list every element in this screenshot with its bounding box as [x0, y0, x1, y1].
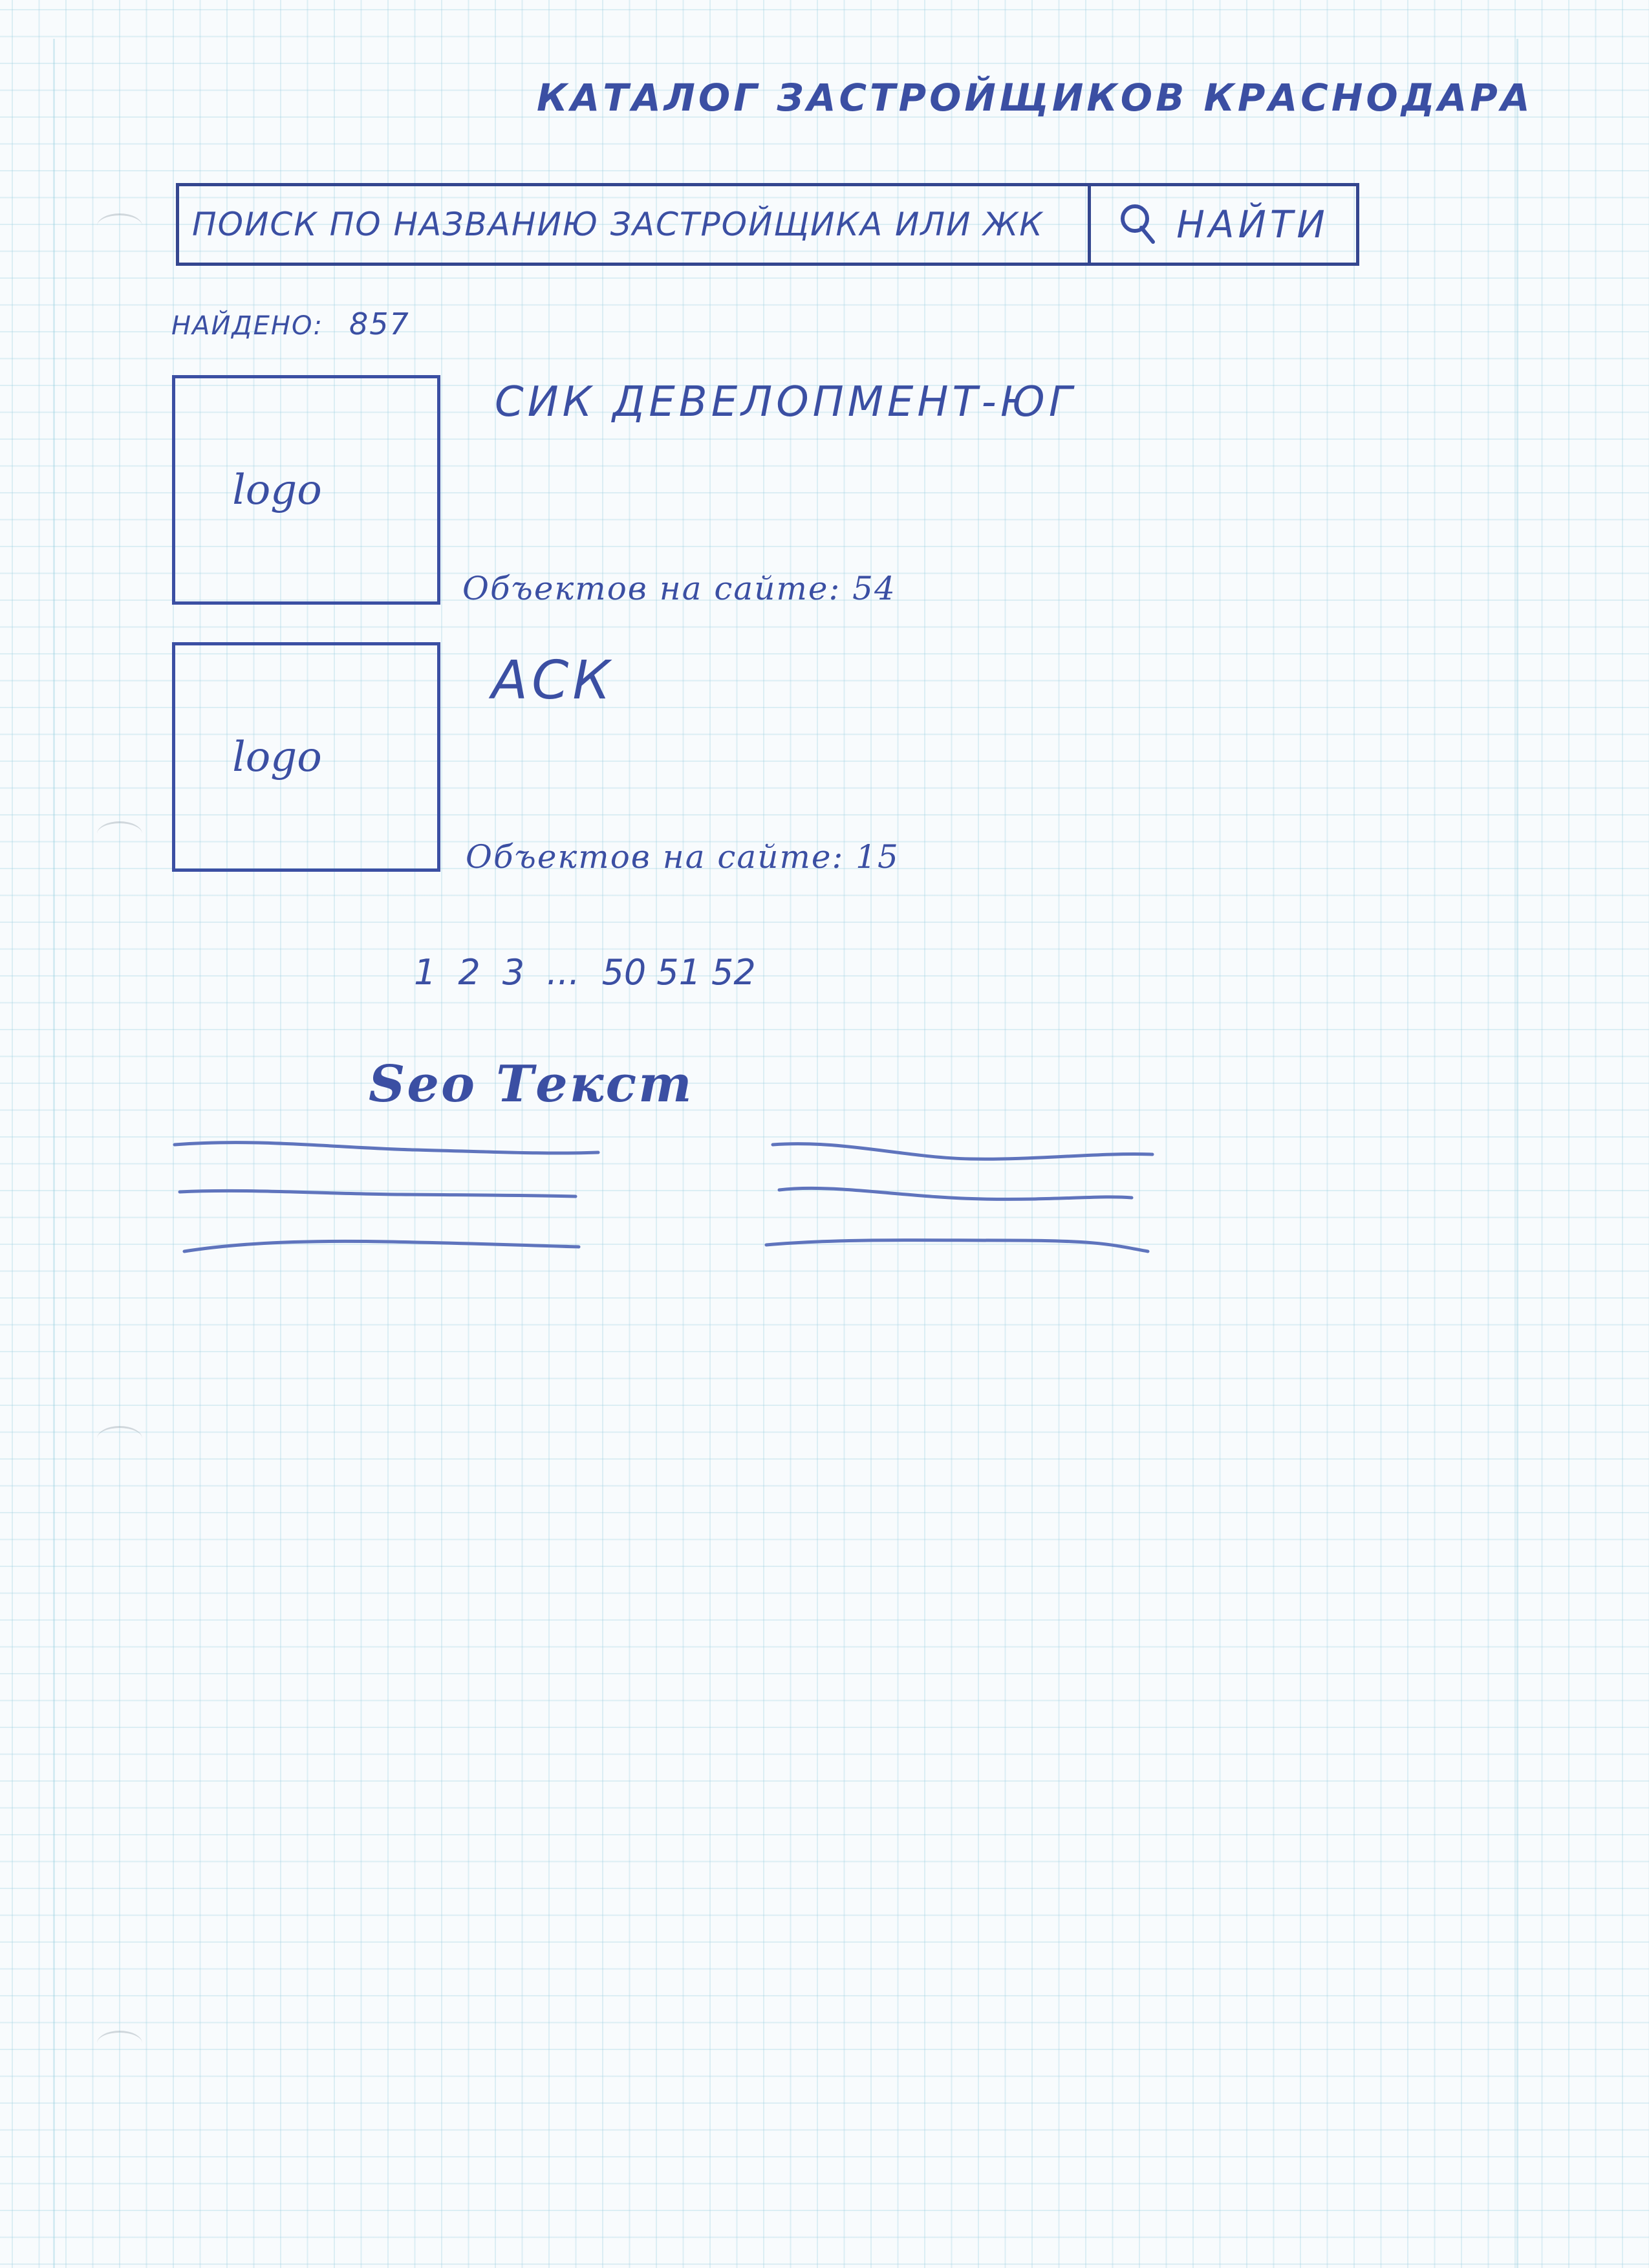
punch-hole-mark: [97, 2031, 142, 2056]
search-button-label: НАЙТИ: [1176, 202, 1329, 246]
logo-placeholder-text: logo: [232, 466, 322, 514]
page-link-1[interactable]: 1: [414, 952, 436, 993]
grid-border: [53, 39, 1518, 2268]
results-count-label: НАЙДЕНО:: [171, 311, 323, 341]
developer-logo[interactable]: logo: [172, 375, 440, 605]
page-link-50[interactable]: 50: [602, 952, 647, 993]
logo-placeholder-text: logo: [232, 733, 322, 781]
results-count-value: 857: [349, 307, 410, 341]
search-button[interactable]: НАЙТИ: [1091, 186, 1356, 263]
results-count: НАЙДЕНО: 857: [171, 309, 410, 339]
page-link-2[interactable]: 2: [458, 952, 480, 993]
seo-title: Seo Текст: [369, 1055, 694, 1114]
pagination: 1 2 3 ... 50 51 52: [414, 952, 756, 993]
page-link-52[interactable]: 52: [711, 952, 756, 993]
punch-hole-mark: [97, 1426, 142, 1451]
page-title: КАТАЛОГ ЗАСТРОЙЩИКОВ КРАСНОДАРА: [537, 76, 1533, 120]
search-input[interactable]: [179, 186, 1091, 263]
developer-objects-count: Объектов на сайте: 15: [466, 838, 900, 876]
pagination-ellipsis: ...: [546, 952, 580, 993]
developer-objects-count: Объектов на сайте: 54: [462, 570, 896, 607]
search-bar: НАЙТИ: [176, 183, 1359, 266]
punch-hole-mark: [97, 213, 142, 239]
search-icon: [1118, 200, 1157, 248]
developer-name-link[interactable]: СИК ДЕВЕЛОПМЕНТ-ЮГ: [495, 382, 1075, 423]
page-link-3[interactable]: 3: [502, 952, 524, 993]
developer-name-link[interactable]: АСК: [491, 654, 614, 707]
page-link-51[interactable]: 51: [656, 952, 701, 993]
developer-logo[interactable]: logo: [172, 642, 440, 872]
punch-hole-mark: [97, 821, 142, 847]
